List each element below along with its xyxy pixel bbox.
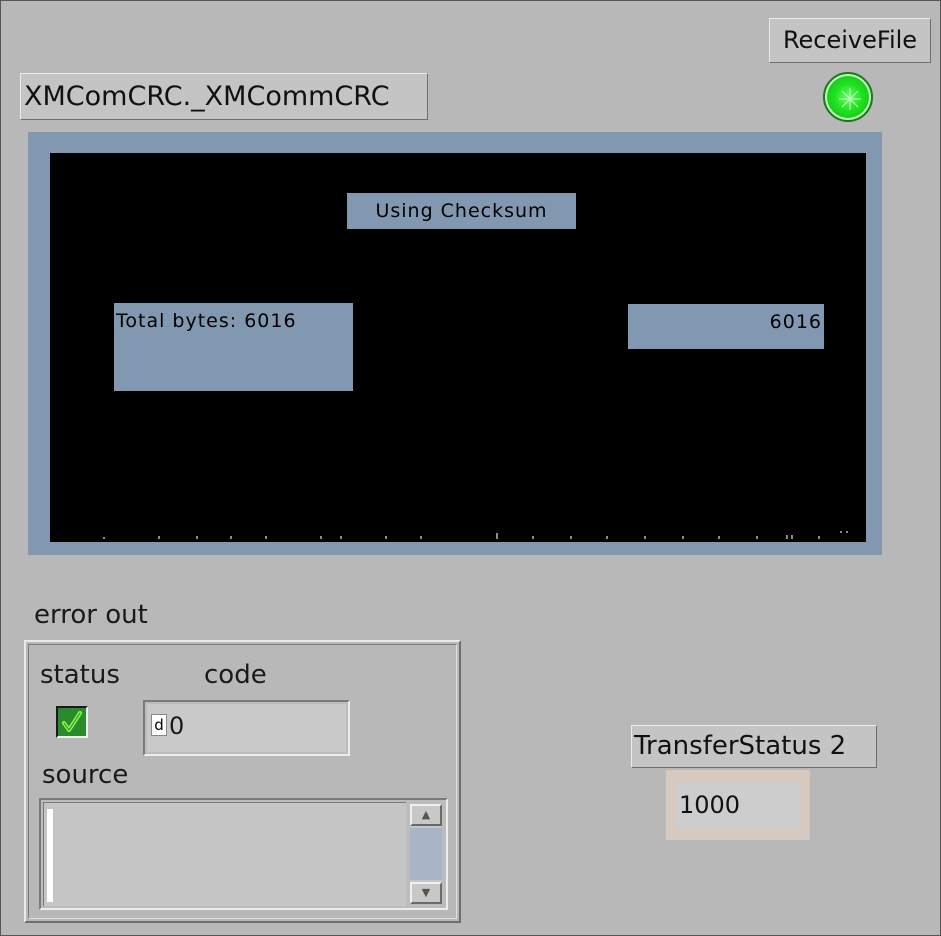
status-label: status xyxy=(40,660,120,690)
arrow-down-icon: ▼ xyxy=(421,886,431,899)
error-code-field[interactable]: d 0 xyxy=(143,700,350,756)
checksum-mode-label: Using Checksum xyxy=(347,193,576,229)
arrow-up-icon: ▲ xyxy=(421,808,431,821)
scroll-down-button[interactable]: ▼ xyxy=(410,882,442,904)
receive-file-button[interactable]: ReceiveFile xyxy=(769,18,931,63)
scroll-up-button[interactable]: ▲ xyxy=(410,804,442,826)
total-bytes-value: 6016 xyxy=(628,304,824,349)
receive-led-indicator[interactable] xyxy=(823,72,873,122)
transfer-status-indicator: 1000 xyxy=(666,770,810,840)
error-source-text[interactable] xyxy=(43,802,406,906)
check-icon xyxy=(62,711,82,732)
status-checkbox[interactable] xyxy=(56,706,88,738)
source-scrollbar[interactable]: ▲ ▼ xyxy=(410,804,442,904)
radix-indicator[interactable]: d xyxy=(151,714,167,736)
plot-trace xyxy=(103,531,848,539)
text-cursor xyxy=(47,809,53,902)
vi-title-label: XMComCRC._XMCommCRC xyxy=(20,73,428,120)
error-source-field[interactable]: ▲ ▼ xyxy=(39,798,448,910)
error-out-label: error out xyxy=(34,600,148,630)
error-code-value: 0 xyxy=(169,712,185,740)
code-label: code xyxy=(204,660,267,690)
scroll-thumb[interactable] xyxy=(410,828,442,880)
transfer-status-value: 1000 xyxy=(676,782,800,828)
led-sparkle-icon xyxy=(839,88,861,110)
source-label: source xyxy=(42,760,129,790)
total-bytes-label: Total bytes: 6016 xyxy=(114,303,353,391)
error-code-input[interactable]: d 0 xyxy=(147,704,346,752)
graph-plot-area: Using Checksum Total bytes: 6016 6016 xyxy=(50,153,866,542)
transfer-status-label: TransferStatus 2 xyxy=(631,725,877,768)
